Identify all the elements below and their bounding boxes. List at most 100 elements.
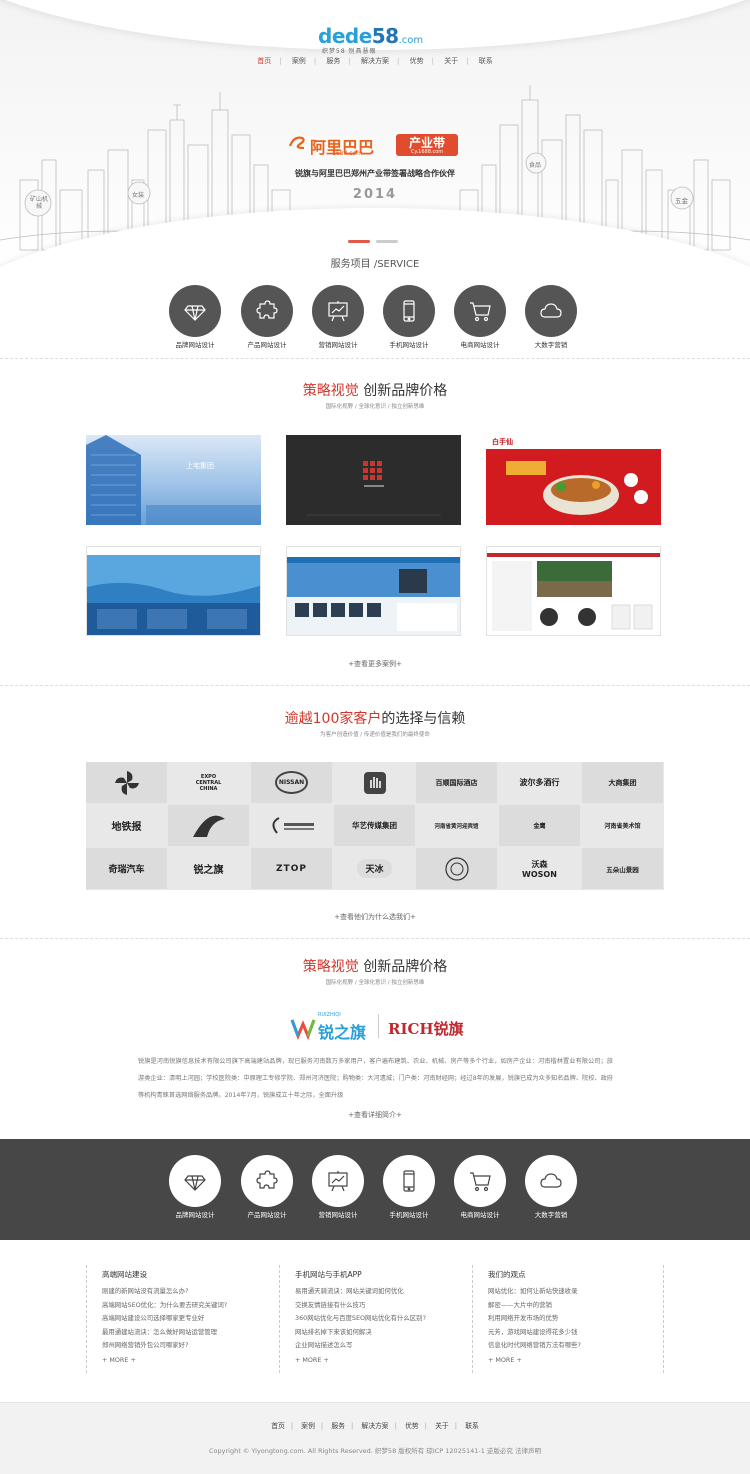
client-logo-ruizhiqi[interactable]: 锐之旗 [168, 848, 249, 889]
client-logo[interactable] [416, 848, 497, 889]
client-logo[interactable] [168, 805, 249, 846]
footer-nav-advantages[interactable]: 优势 [405, 1420, 419, 1430]
nav-advantages[interactable]: 优势 [410, 56, 424, 66]
article-link[interactable]: 最用通建站流诀：怎么做好网站运营管理 [102, 1326, 261, 1340]
more-cases-link[interactable]: +查看更多案例+ [0, 659, 750, 669]
footer-nav: 首页 | 案例 | 服务 | 解决方案 | 优势 | 关于 | 联系 [271, 1420, 479, 1430]
client-logo-expo[interactable]: EXPO CENTRAL CHINA [168, 762, 249, 803]
band-service-mobile-design[interactable]: 手机网站设计 [374, 1155, 444, 1219]
client-logo-ztop[interactable]: ZTOP [251, 848, 332, 889]
case-thumbnail-1[interactable]: 上宅集团 [86, 435, 261, 525]
column-more-link[interactable]: + MORE + [102, 1356, 261, 1364]
nav-home[interactable]: 首页 [257, 56, 271, 66]
client-logo-art-museum[interactable]: 河南省美术馆 [582, 805, 663, 846]
client-logo-baishun[interactable]: 百顺国际酒店 [416, 762, 497, 803]
services-dark-band: 品牌网站设计 产品网站设计 营销网站设计 手机网站设计 电商网站设计 大数字营销 [0, 1139, 750, 1240]
client-logo-metro[interactable]: 地铁报 [86, 805, 167, 846]
seal-logo-icon [444, 856, 469, 881]
divider [0, 685, 750, 686]
service-mobile-design[interactable]: 手机网站设计 [374, 285, 444, 349]
client-logo[interactable] [334, 762, 415, 803]
article-link[interactable]: 解密——大片中的营销 [488, 1299, 647, 1313]
client-logo-woson[interactable]: 沃森 WOSON [499, 848, 580, 889]
pinwheel-logo-icon [114, 770, 139, 795]
column-more-link[interactable]: + MORE + [295, 1356, 454, 1364]
nav-solutions[interactable]: 解决方案 [361, 56, 389, 66]
hand-logo-icon [363, 771, 386, 794]
band-service-product-design[interactable]: 产品网站设计 [232, 1155, 302, 1219]
band-service-ecommerce-design[interactable]: 电商网站设计 [445, 1155, 515, 1219]
article-link[interactable]: 360网站优化与百度SEO网站优化有什么区别? [295, 1312, 454, 1326]
article-link[interactable]: 元芳，游戏网站建设得花多少钱 [488, 1326, 647, 1340]
footer-nav-about[interactable]: 关于 [435, 1420, 449, 1430]
footer-nav-cases[interactable]: 案例 [301, 1420, 315, 1430]
case-thumbnail-2[interactable] [286, 435, 461, 525]
more-clients-link[interactable]: +查看他们为什么选我们+ [0, 912, 750, 922]
article-link[interactable]: 信息化时代网络营销方法有哪些? [488, 1339, 647, 1353]
service-digital-marketing[interactable]: 大数字营销 [516, 285, 586, 349]
nav-services[interactable]: 服务 [326, 56, 340, 66]
client-logo-chery[interactable]: 奇瑞汽车 [86, 848, 167, 889]
client-logo-jinying[interactable]: 金鹰 [499, 805, 580, 846]
about-title: 策略视觉 创新品牌价格 [302, 959, 448, 975]
column-more-link[interactable]: + MORE + [488, 1356, 647, 1364]
client-logo-wuduoshan[interactable]: 五朵山景园 [582, 848, 663, 889]
footer: 首页 | 案例 | 服务 | 解决方案 | 优势 | 关于 | 联系 Copyright ©… [0, 1402, 750, 1474]
client-logo-bordeaux[interactable]: 波尔多酒行 [499, 762, 580, 803]
slider-dot-active[interactable] [348, 240, 370, 243]
case-thumbnail-6[interactable] [486, 546, 661, 636]
client-logo-huayi[interactable]: 华艺传媒集团 [334, 805, 415, 846]
hero-caption: 锐旗与阿里巴巴郑州产业带签署战略合作伙伴 [295, 169, 455, 178]
cloud-icon [540, 303, 562, 318]
clients-subtitle: 为客户创造价值 / 传递价值是我们的最终使命 [320, 732, 430, 738]
more-about-link[interactable]: +查看详细简介+ [0, 1110, 750, 1120]
band-service-marketing-design[interactable]: 营销网站设计 [303, 1155, 373, 1219]
article-link[interactable]: 易用通天骑流诀：网站关键词如何优化 [295, 1285, 454, 1299]
footer-nav-contact[interactable]: 联系 [465, 1420, 479, 1430]
service-product-design[interactable]: 产品网站设计 [232, 285, 302, 349]
service-ecommerce-design[interactable]: 电商网站设计 [445, 285, 515, 349]
logo-brand-a: dede [318, 24, 372, 48]
puzzle-icon [256, 1170, 278, 1189]
article-link[interactable]: 网站排名掉下来该如何解决 [295, 1326, 454, 1340]
column-viewpoints: 我们的观点 网站优化：如何让新站快速收录 解密——大片中的营销 利用网络开发市场… [472, 1265, 647, 1373]
footer-nav-services[interactable]: 服务 [331, 1420, 345, 1430]
footer-nav-home[interactable]: 首页 [271, 1420, 285, 1430]
band-service-brand-design[interactable]: 品牌网站设计 [160, 1155, 230, 1219]
nav-about[interactable]: 关于 [444, 56, 458, 66]
logo-rich: RICH锐旗 [388, 1020, 464, 1038]
client-logo[interactable] [251, 805, 332, 846]
article-link[interactable]: 企业网站描述怎么写 [295, 1339, 454, 1353]
case-thumbnail-5[interactable] [286, 546, 461, 636]
client-logo-dashang[interactable]: 大商集团 [582, 762, 663, 803]
client-logo-hotel[interactable]: 河南省黄河迎宾馆 [416, 805, 497, 846]
case-thumbnail-4[interactable] [86, 546, 261, 636]
client-logo[interactable] [86, 762, 167, 803]
clients-title: 逾越100家客户的选择与信赖 [284, 711, 466, 727]
nav-cases[interactable]: 案例 [292, 56, 306, 66]
article-link[interactable]: 高端网站SEO优化：为什么要去研究关键词? [102, 1299, 261, 1313]
article-link[interactable]: 交换友情链接有什么技巧 [295, 1299, 454, 1313]
article-link[interactable]: 网站优化：如何让新站快速收录 [488, 1285, 647, 1299]
site-logo[interactable]: dede58.com 织梦58 别具慧眼 [318, 24, 433, 55]
band-service-digital-marketing[interactable]: 大数字营销 [516, 1155, 586, 1219]
column-web-building: 高端网站建设 刚建的新网站没有流量怎么办? 高端网站SEO优化：为什么要去研究关… [86, 1265, 261, 1373]
case-thumbnail-3[interactable]: 白手仙 [486, 435, 661, 525]
case-1-image [86, 435, 261, 525]
logo-brand-b: 58 [371, 24, 399, 48]
service-marketing-design[interactable]: 营销网站设计 [303, 285, 373, 349]
client-logo-tianbing[interactable]: 天冰 [334, 848, 415, 889]
slider-dot[interactable] [376, 240, 398, 243]
article-link[interactable]: 刚建的新网站没有流量怎么办? [102, 1285, 261, 1299]
article-link[interactable]: 利用网络开发市场的优势 [488, 1312, 647, 1326]
case-3-image [486, 435, 661, 525]
cloud-icon [540, 1173, 562, 1188]
services-title: 服务项目 /SERVICE [330, 259, 420, 270]
article-link[interactable]: 高端网站建设公司选择哪家更专业好 [102, 1312, 261, 1326]
divider [0, 938, 750, 939]
footer-nav-solutions[interactable]: 解决方案 [361, 1420, 388, 1430]
nav-contact[interactable]: 联系 [479, 56, 493, 66]
service-brand-design[interactable]: 品牌网站设计 [160, 285, 230, 349]
client-logo-nissan[interactable]: NISSAN [251, 762, 332, 803]
article-link[interactable]: 郑州网络营销外包公司哪家好? [102, 1339, 261, 1353]
